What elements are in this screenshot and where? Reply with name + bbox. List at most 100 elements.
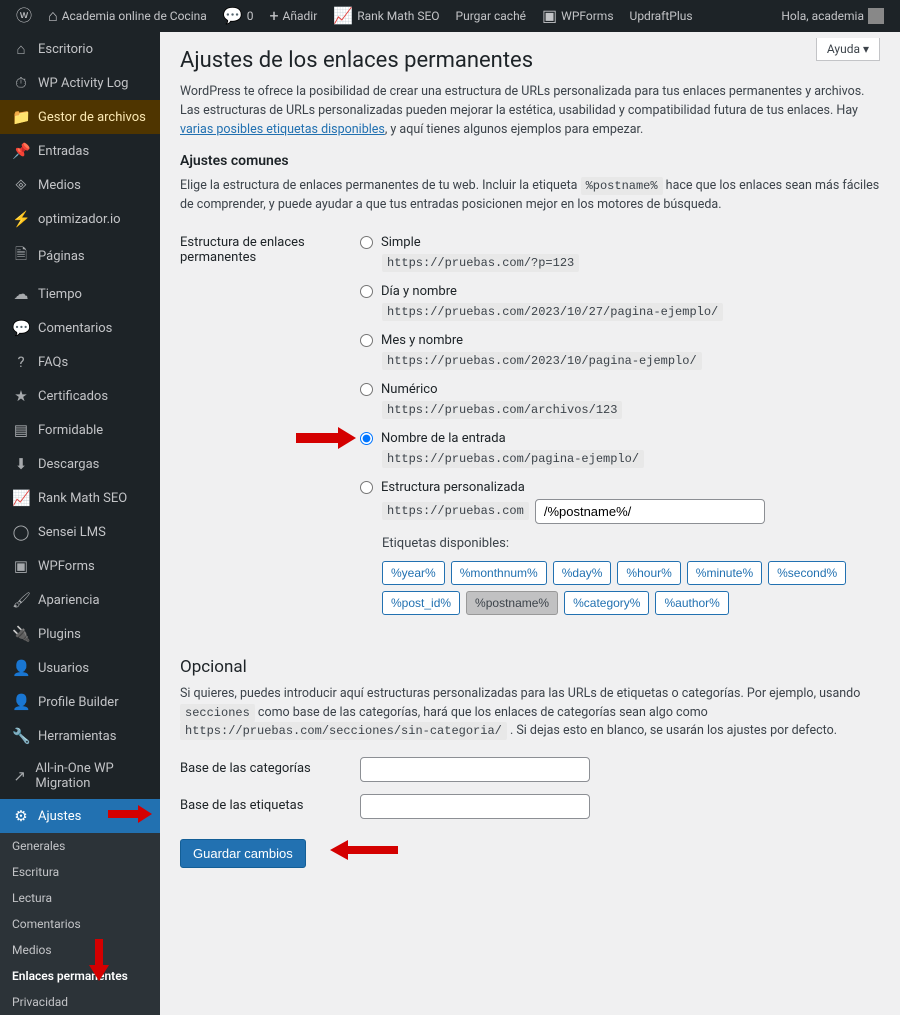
menu-icon: ▣ — [12, 557, 30, 575]
purge-cache[interactable]: Purgar caché — [448, 0, 535, 32]
new-content[interactable]: +Añadir — [261, 0, 325, 32]
comments-link[interactable]: 💬0 — [215, 0, 262, 32]
submenu-generales[interactable]: Generales — [0, 833, 160, 859]
menu-icon: ? — [12, 353, 30, 371]
menu-label: Usuarios — [38, 661, 89, 676]
custom-structure-input[interactable] — [535, 499, 765, 524]
tag-category[interactable]: %category% — [564, 591, 649, 615]
sidebar-item-faqs[interactable]: ?FAQs — [0, 345, 160, 379]
permalink-radio[interactable] — [360, 383, 373, 396]
permalink-radio[interactable] — [360, 236, 373, 249]
permalink-mes-y-nombre[interactable]: Mes y nombre — [360, 333, 880, 348]
menu-label: WP Activity Log — [38, 76, 128, 91]
sidebar-item-comentarios[interactable]: 💬 Comentarios — [0, 311, 160, 345]
sidebar-item-all-in-one-wp-migration[interactable]: ↗All-in-One WP Migration — [0, 753, 160, 799]
sidebar-item-profile-builder[interactable]: 👤Profile Builder — [0, 685, 160, 719]
permalink-radio[interactable] — [360, 481, 373, 494]
common-heading: Ajustes comunes — [180, 153, 880, 169]
permalink-radio[interactable] — [360, 432, 373, 445]
menu-label: WPForms — [38, 559, 95, 574]
menu-label: Certificados — [38, 389, 108, 404]
menu-label: Formidable — [38, 423, 103, 438]
account-greeting[interactable]: Hola, academia — [773, 0, 892, 32]
menu-icon: 🗎 — [12, 244, 30, 269]
sidebar-item-p-ginas[interactable]: 🗎Páginas — [0, 236, 160, 277]
add-label: Añadir — [283, 9, 318, 23]
page-title: Ajustes de los enlaces permanentes — [180, 48, 880, 73]
permalink-simple[interactable]: Simple — [360, 235, 880, 250]
tag-minute[interactable]: %minute% — [687, 561, 762, 585]
updraft-toolbar[interactable]: UpdraftPlus — [622, 0, 701, 32]
site-name[interactable]: ⌂Academia online de Cocina — [40, 0, 215, 32]
submenu-medios[interactable]: Medios — [0, 937, 160, 963]
tag-second[interactable]: %second% — [768, 561, 846, 585]
sidebar-item-entradas[interactable]: 📌 Entradas — [0, 134, 160, 168]
menu-icon: ⚡ — [12, 210, 30, 228]
submenu-lectura[interactable]: Lectura — [0, 885, 160, 911]
menu-label: Comentarios — [38, 321, 112, 336]
tag-year[interactable]: %year% — [382, 561, 445, 585]
sidebar-item-medios[interactable]: 🞜Medios — [0, 168, 160, 202]
avatar — [868, 8, 884, 24]
wpforms-toolbar[interactable]: ▣WPForms — [534, 0, 621, 32]
save-button[interactable]: Guardar cambios — [180, 839, 306, 868]
menu-label: Entradas — [38, 144, 89, 159]
sidebar-item-tiempo[interactable]: ☁Tiempo — [0, 277, 160, 311]
menu-icon: 📌 — [12, 142, 30, 160]
tag-monthnum[interactable]: %monthnum% — [451, 561, 547, 585]
sidebar-item-escritorio[interactable]: ⌂Escritorio — [0, 32, 160, 66]
structure-label: Estructura de enlaces permanentes — [180, 225, 360, 629]
menu-label: optimizador.io — [38, 212, 121, 227]
permalink-example: https://pruebas.com/archivos/123 — [382, 401, 622, 419]
menu-icon: 🞜 — [12, 176, 30, 194]
tag-base-label: Base de las etiquetas — [180, 788, 360, 825]
sidebar-item-sensei-lms[interactable]: ◯Sensei LMS — [0, 515, 160, 549]
sidebar-item-gestor-de-archivos[interactable]: 📁Gestor de archivos — [0, 100, 160, 134]
menu-icon: ↗ — [12, 767, 27, 785]
sidebar-item-certificados[interactable]: ★Certificados — [0, 379, 160, 413]
comments-count: 0 — [247, 9, 254, 23]
menu-icon: 💬 — [12, 319, 30, 337]
sidebar-item-apariencia[interactable]: 🖌Apariencia — [0, 583, 160, 617]
menu-label: Herramientas — [38, 729, 116, 744]
sidebar-item-optimizador-io[interactable]: ⚡ optimizador.io — [0, 202, 160, 236]
optional-desc: Si quieres, puedes introducir aquí estru… — [180, 685, 880, 741]
menu-icon: 🖌 — [12, 591, 30, 609]
tag-author[interactable]: %author% — [655, 591, 728, 615]
permalink-radio[interactable] — [360, 285, 373, 298]
tag-hour[interactable]: %hour% — [617, 561, 680, 585]
wp-logo[interactable]: ⓦ — [8, 0, 40, 32]
submenu-comentarios[interactable]: Comentarios — [0, 911, 160, 937]
permalink-numérico[interactable]: Numérico — [360, 382, 880, 397]
sidebar-item-rank-math-seo[interactable]: 📈Rank Math SEO — [0, 481, 160, 515]
tag-postname[interactable]: %postname% — [466, 591, 558, 615]
tag-day[interactable]: %day% — [553, 561, 612, 585]
sidebar-item-herramientas[interactable]: 🔧Herramientas — [0, 719, 160, 753]
sidebar-item-wp-activity-log[interactable]: ⏱WP Activity Log — [0, 66, 160, 100]
rank-math-toolbar[interactable]: 📈Rank Math SEO — [325, 0, 447, 32]
sidebar-item-wpforms[interactable]: ▣ WPForms — [0, 549, 160, 583]
tags-doc-link[interactable]: varias posibles etiquetas disponibles — [180, 122, 385, 137]
submenu-escritura[interactable]: Escritura — [0, 859, 160, 885]
sidebar-item-usuarios[interactable]: 👤Usuarios — [0, 651, 160, 685]
submenu-enlaces-permanentes[interactable]: Enlaces permanentes — [0, 963, 160, 989]
menu-label: Tiempo — [38, 287, 82, 302]
submenu-privacidad[interactable]: Privacidad — [0, 989, 160, 1015]
permalink-estructura-personalizada[interactable]: Estructura personalizada — [360, 480, 880, 495]
permalink-nombre-de-la-entrada[interactable]: Nombre de la entrada — [360, 431, 880, 446]
permalink-example: https://pruebas.com/2023/10/pagina-ejemp… — [382, 352, 702, 370]
sidebar-item-descargas[interactable]: ⬇ Descargas — [0, 447, 160, 481]
category-base-input[interactable] — [360, 757, 590, 782]
sidebar-item-ajustes[interactable]: ⚙Ajustes — [0, 799, 160, 833]
sidebar-item-formidable[interactable]: ▤Formidable — [0, 413, 160, 447]
tag-base-input[interactable] — [360, 794, 590, 819]
permalink-radio[interactable] — [360, 334, 373, 347]
sidebar-item-plugins[interactable]: 🔌Plugins — [0, 617, 160, 651]
menu-label: Descargas — [38, 457, 99, 472]
menu-icon: ⬇ — [12, 455, 30, 473]
menu-icon: 🔌 — [12, 625, 30, 643]
permalink-día-y-nombre[interactable]: Día y nombre — [360, 284, 880, 299]
site-name-label: Academia online de Cocina — [62, 9, 207, 23]
tag-post_id[interactable]: %post_id% — [382, 591, 460, 615]
help-tab[interactable]: Ayuda ▾ — [816, 38, 880, 61]
